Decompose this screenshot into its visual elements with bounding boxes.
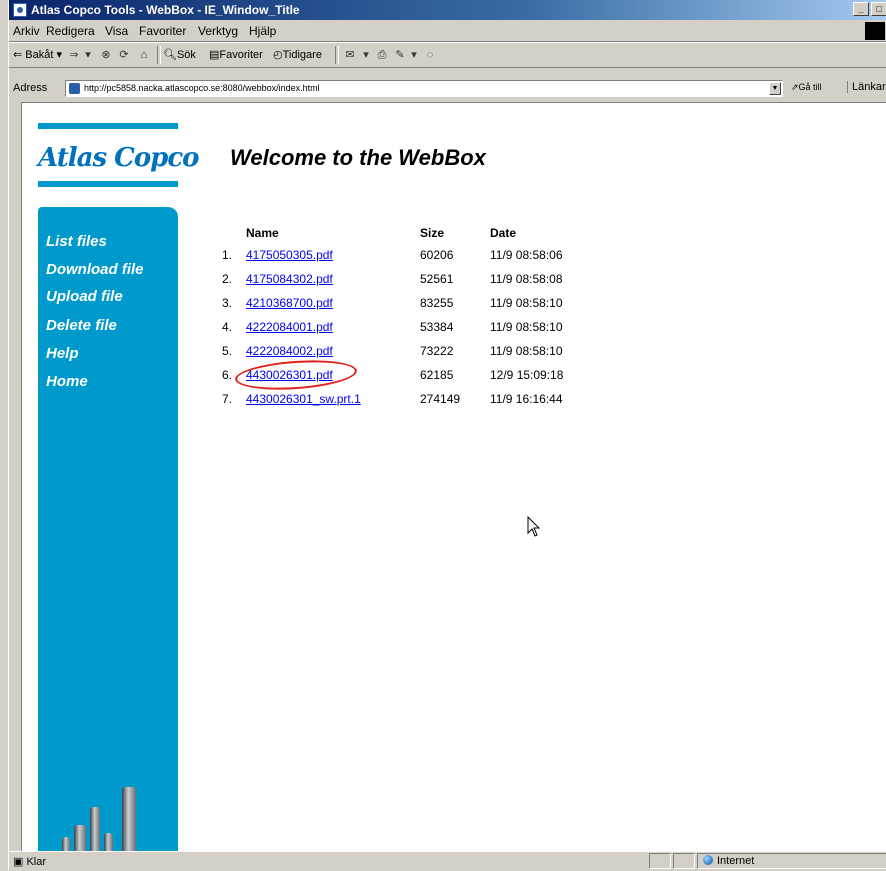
file-row: 7. 4430026301_sw.prt.1 274149 11/9 16:16… — [222, 392, 563, 406]
nav-upload-file[interactable]: Upload file — [46, 288, 123, 305]
address-bar: Adress http://pc5858.nacka.atlascopco.se… — [9, 78, 886, 100]
file-link[interactable]: 4222084002.pdf — [246, 344, 333, 358]
go-button[interactable]: ⇗Gå till — [791, 82, 822, 93]
nav-help[interactable]: Help — [46, 345, 79, 362]
file-link[interactable]: 4210368700.pdf — [246, 296, 333, 310]
dropdown-icon[interactable]: ▾ — [359, 48, 373, 62]
page-viewport: Atlas Copco Welcome to the WebBox List f… — [21, 102, 886, 851]
menu-visa[interactable]: Visa — [105, 24, 128, 38]
logo-top-bar — [38, 123, 178, 129]
menu-verktyg[interactable]: Verktyg — [198, 24, 238, 38]
menu-favoriter[interactable]: Favoriter — [139, 24, 186, 38]
home-icon[interactable]: ⌂ — [137, 48, 151, 62]
status-bar: ▣ Klar Internet — [9, 851, 886, 871]
nav-download-file[interactable]: Download file — [46, 261, 144, 278]
logo-bottom-bar — [38, 181, 178, 187]
ie-icon — [13, 3, 27, 17]
address-label: Adress — [13, 82, 48, 94]
file-link[interactable]: 4175084302.pdf — [246, 272, 333, 286]
search-button[interactable]: 🔍︎Sök — [163, 48, 196, 61]
favorites-button[interactable]: ▤Favoriter — [209, 48, 263, 61]
dropdown-icon[interactable]: ▾ — [81, 48, 95, 62]
forward-icon[interactable]: ⇒ — [67, 48, 81, 62]
maximize-button[interactable]: □ — [871, 2, 886, 16]
mouse-cursor-icon — [527, 516, 541, 537]
sidebar: List files Download file Upload file Del… — [38, 207, 178, 851]
windows-flag-icon — [865, 22, 885, 40]
back-button[interactable]: ⇐ Bakåt ▾ — [13, 48, 62, 61]
address-url: http://pc5858.nacka.atlascopco.se:8080/w… — [84, 83, 320, 93]
page-icon — [69, 83, 80, 94]
file-row: 1. 4175050305.pdf 60206 11/9 08:58:06 — [222, 248, 563, 262]
file-link[interactable]: 4222084001.pdf — [246, 320, 333, 334]
address-input[interactable]: http://pc5858.nacka.atlascopco.se:8080/w… — [65, 80, 783, 97]
globe-icon — [703, 855, 713, 865]
links-button[interactable]: Länkar — [847, 81, 886, 93]
browser-window: Atlas Copco Tools - WebBox - IE_Window_T… — [8, 0, 886, 870]
refresh-icon[interactable]: ⟳ — [117, 48, 131, 62]
menu-hjalp[interactable]: Hjälp — [249, 24, 276, 38]
zone-label: Internet — [703, 855, 754, 867]
nav-home[interactable]: Home — [46, 373, 88, 390]
header-size: Size — [420, 226, 445, 240]
nav-list-files[interactable]: List files — [46, 233, 107, 250]
file-row: 5. 4222084002.pdf 73222 11/9 08:58:10 — [222, 344, 563, 358]
print-icon[interactable]: ⎙ — [375, 48, 389, 62]
dropdown-icon[interactable]: ▾ — [407, 48, 421, 62]
minimize-button[interactable]: _ — [853, 2, 869, 16]
menu-bar: Arkiv Redigera Visa Favoriter Verktyg Hj… — [9, 21, 886, 42]
menu-arkiv[interactable]: Arkiv — [13, 24, 40, 38]
file-link[interactable]: 4175050305.pdf — [246, 248, 333, 262]
nav-delete-file[interactable]: Delete file — [46, 317, 117, 334]
file-link[interactable]: 4430026301_sw.prt.1 — [246, 392, 361, 406]
page-title: Welcome to the WebBox — [230, 145, 486, 170]
stop-icon[interactable]: ⊗ — [99, 48, 113, 62]
title-bar: Atlas Copco Tools - WebBox - IE_Window_T… — [9, 0, 886, 20]
edit-icon[interactable]: ✎ — [393, 48, 407, 62]
file-row: 4. 4222084001.pdf 53384 11/9 08:58:10 — [222, 320, 563, 334]
chevron-down-icon[interactable]: ▼ — [769, 82, 781, 95]
history-button[interactable]: ◴Tidigare — [273, 48, 322, 61]
atlas-copco-logo: Atlas Copco — [38, 143, 200, 173]
mail-icon[interactable]: ✉ — [343, 48, 357, 62]
window-title: Atlas Copco Tools - WebBox - IE_Window_T… — [31, 3, 300, 17]
menu-redigera[interactable]: Redigera — [46, 24, 95, 38]
file-row: 3. 4210368700.pdf 83255 11/9 08:58:10 — [222, 296, 563, 310]
discuss-icon[interactable]: ◌ — [423, 48, 437, 62]
header-date: Date — [490, 226, 517, 240]
toolbar: ⇐ Bakåt ▾ ⇒ ▾ ⊗ ⟳ ⌂ 🔍︎Sök ▤Favoriter ◴Ti… — [9, 42, 886, 68]
header-name: Name — [246, 226, 279, 240]
file-row: 2. 4175084302.pdf 52561 11/9 08:58:08 — [222, 272, 563, 286]
status-text: ▣ Klar — [13, 856, 47, 868]
